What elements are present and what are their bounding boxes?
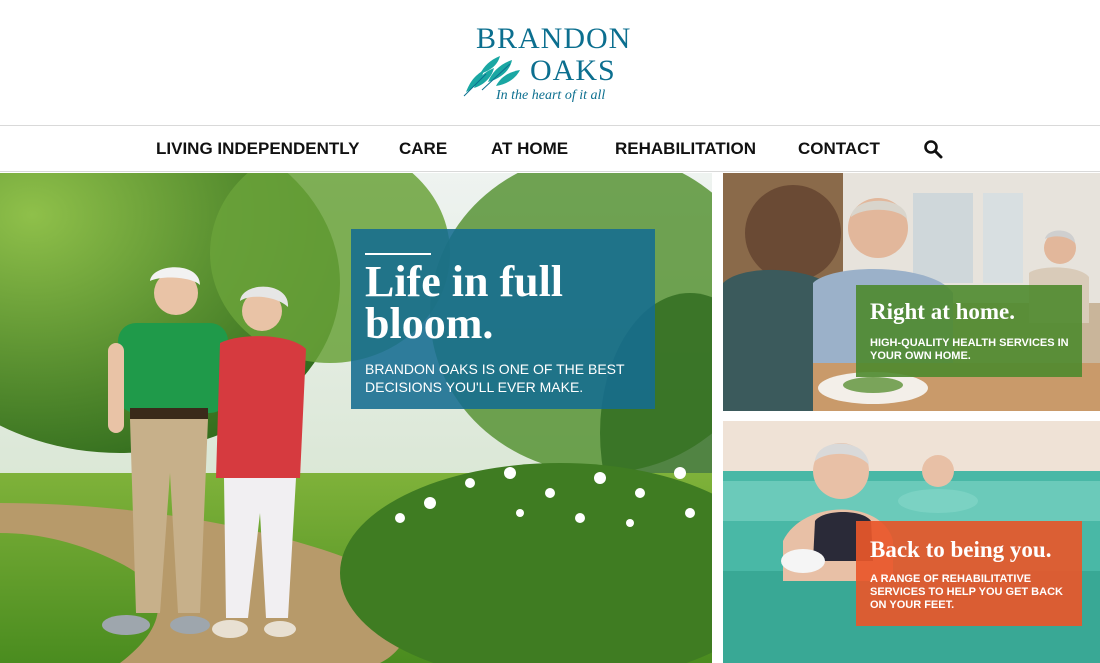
hero-subtitle: BRANDON OAKS IS ONE OF THE BEST DECISION… [365, 361, 625, 395]
site-header: BRANDON OAKS In the heart of it all [0, 0, 1100, 125]
logo-tagline: In the heart of it all [496, 88, 606, 103]
nav-item-care[interactable]: CARE [399, 139, 447, 159]
panel-rehab-title: Back to being you. [870, 537, 1052, 562]
hero-title: Life in full bloom. [365, 257, 564, 348]
panel-rehab-subtitle: A RANGE OF REHABILITATIVE SERVICES TO HE… [870, 573, 1063, 611]
hero-banner[interactable]: Life in full bloom. BRANDON OAKS IS ONE … [0, 173, 712, 663]
nav-item-living-independently[interactable]: LIVING INDEPENDENTLY [156, 139, 359, 159]
panel-rehab-callout[interactable]: Back to being you. A RANGE OF REHABILITA… [856, 521, 1082, 626]
hero-callout[interactable]: Life in full bloom. BRANDON OAKS IS ONE … [351, 229, 655, 409]
nav-item-rehabilitation[interactable]: REHABILITATION [615, 139, 756, 159]
panel-at-home-callout[interactable]: Right at home. HIGH-QUALITY HEALTH SERVI… [856, 285, 1082, 377]
panel-at-home-title: Right at home. [870, 299, 1016, 324]
hero-divider [365, 253, 431, 255]
search-icon[interactable] [923, 139, 943, 159]
brand-logo[interactable]: BRANDON OAKS In the heart of it all [458, 22, 632, 110]
nav-item-contact[interactable]: CONTACT [798, 139, 880, 159]
logo-name-line2: OAKS [530, 54, 616, 87]
logo-name-line1: BRANDON [476, 22, 632, 55]
panel-back-to-being-you[interactable]: Back to being you. A RANGE OF REHABILITA… [723, 421, 1100, 663]
nav-item-at-home[interactable]: AT HOME [491, 139, 568, 159]
main-navigation: LIVING INDEPENDENTLY CARE AT HOME REHABI… [0, 125, 1100, 172]
panel-right-at-home[interactable]: Right at home. HIGH-QUALITY HEALTH SERVI… [723, 173, 1100, 411]
panel-at-home-subtitle: HIGH-QUALITY HEALTH SERVICES IN YOUR OWN… [870, 337, 1069, 362]
